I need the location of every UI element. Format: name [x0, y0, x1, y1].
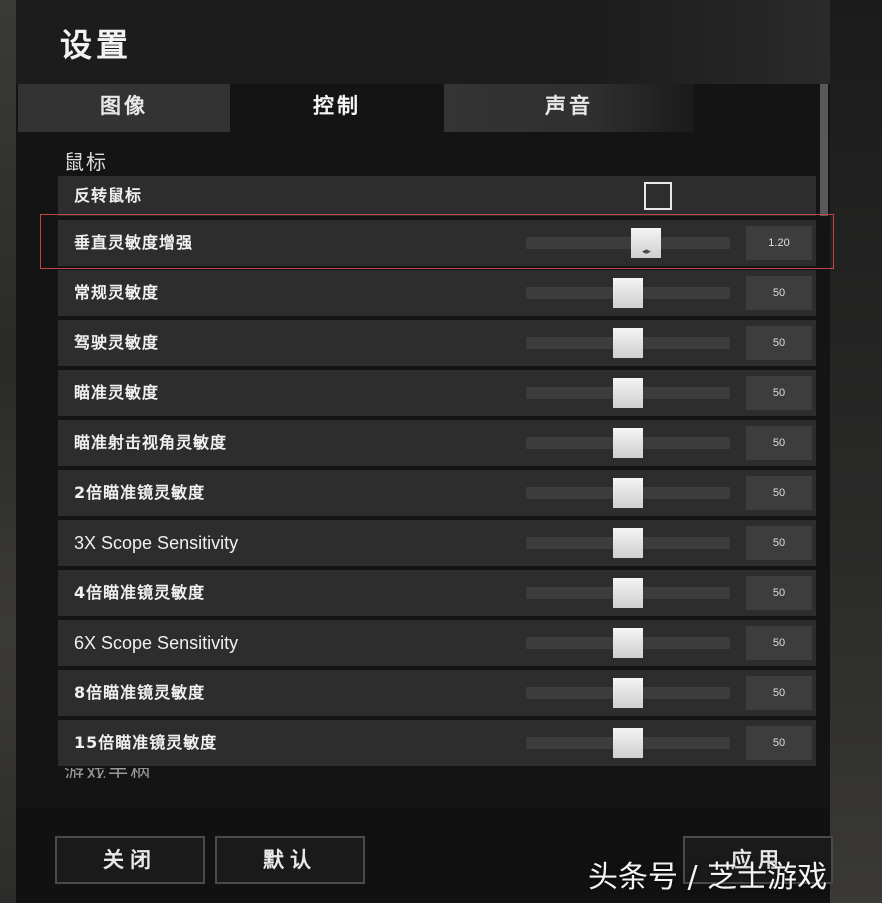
setting-label: 瞄准灵敏度 [74, 383, 160, 402]
tab-bar: 图像 控制 声音 [16, 84, 830, 132]
slider-track[interactable]: ◂▸ [526, 228, 730, 258]
setting-label: 垂直灵敏度增强 [74, 233, 194, 252]
setting-row-slider[interactable]: 瞄准灵敏度 50 [58, 370, 816, 416]
slider-value-field[interactable]: 50 [746, 326, 812, 360]
setting-label: 8倍瞄准镜灵敏度 [74, 683, 206, 702]
scrollbar[interactable] [820, 84, 828, 216]
slider-track[interactable] [526, 578, 730, 608]
setting-label: 6X Scope Sensitivity [74, 633, 239, 653]
slider-track[interactable] [526, 628, 730, 658]
slider-track[interactable] [526, 278, 730, 308]
setting-label: 瞄准射击视角灵敏度 [74, 433, 228, 452]
setting-label: 反转鼠标 [74, 186, 143, 205]
slider-thumb[interactable] [613, 428, 643, 458]
slider-value-field[interactable]: 50 [746, 426, 812, 460]
slider-thumb[interactable] [613, 578, 643, 608]
invert-mouse-checkbox[interactable] [644, 182, 672, 210]
watermark: 头条号 / 芝士游戏 [588, 860, 828, 895]
slider-track[interactable] [526, 728, 730, 758]
setting-row-slider[interactable]: 驾驶灵敏度 50 [58, 320, 816, 366]
slider-thumb[interactable] [613, 528, 643, 558]
slider-thumb[interactable] [613, 278, 643, 308]
slider-thumb[interactable] [613, 678, 643, 708]
header: 设置 [16, 0, 830, 84]
slider-value-field[interactable]: 50 [746, 676, 812, 710]
slider-thumb[interactable] [613, 478, 643, 508]
setting-row-slider[interactable]: 15倍瞄准镜灵敏度 50 [58, 720, 816, 766]
setting-row-slider[interactable]: 6X Scope Sensitivity 50 [58, 620, 816, 666]
setting-row-slider[interactable]: 3X Scope Sensitivity 50 [58, 520, 816, 566]
background-right [830, 0, 882, 903]
slider-value-field[interactable]: 50 [746, 376, 812, 410]
page-title: 设置 [60, 26, 133, 64]
slider-value-field[interactable]: 50 [746, 726, 812, 760]
setting-label: 4倍瞄准镜灵敏度 [74, 583, 206, 602]
slider-track[interactable] [526, 528, 730, 558]
slider-thumb[interactable] [613, 378, 643, 408]
tab-graphics[interactable]: 图像 [18, 84, 230, 132]
setting-row-slider[interactable]: 常规灵敏度 50 [58, 270, 816, 316]
setting-label: 15倍瞄准镜灵敏度 [74, 733, 218, 752]
slider-track[interactable] [526, 478, 730, 508]
slider-thumb[interactable] [613, 328, 643, 358]
thumb-arrows-icon: ◂▸ [641, 247, 651, 257]
setting-row-slider[interactable]: 2倍瞄准镜灵敏度 50 [58, 470, 816, 516]
tab-sound[interactable]: 声音 [444, 84, 694, 132]
setting-row-slider[interactable]: 4倍瞄准镜灵敏度 50 [58, 570, 816, 616]
setting-row-invert-mouse[interactable]: 反转鼠标 [58, 176, 816, 216]
slider-value-field[interactable]: 50 [746, 276, 812, 310]
setting-row-slider[interactable]: 垂直灵敏度增强 ◂▸ 1.20 [58, 220, 816, 266]
slider-track[interactable] [526, 378, 730, 408]
settings-list: 反转鼠标 垂直灵敏度增强 ◂▸ 1.20 常规灵敏度 50 驾驶灵敏度 50 瞄准灵敏度 50 瞄… [58, 176, 818, 768]
slider-thumb[interactable]: ◂▸ [631, 228, 662, 258]
setting-label: 驾驶灵敏度 [74, 333, 160, 352]
slider-track[interactable] [526, 678, 730, 708]
setting-label: 常规灵敏度 [74, 283, 160, 302]
slider-value-field[interactable]: 50 [746, 626, 812, 660]
slider-track[interactable] [526, 428, 730, 458]
slider-value-field[interactable]: 50 [746, 576, 812, 610]
slider-value-field[interactable]: 50 [746, 526, 812, 560]
slider-value-field[interactable]: 1.20 [746, 226, 812, 260]
slider-thumb[interactable] [613, 728, 643, 758]
default-button[interactable]: 默认 [215, 836, 365, 884]
close-button[interactable]: 关闭 [55, 836, 205, 884]
setting-label: 3X Scope Sensitivity [74, 533, 239, 553]
section-title-mouse: 鼠标 [64, 150, 108, 174]
slider-thumb[interactable] [613, 628, 643, 658]
tab-controls[interactable]: 控制 [230, 84, 444, 132]
slider-track[interactable] [526, 328, 730, 358]
settings-panel: 设置 图像 控制 声音 鼠标 反转鼠标 垂直灵敏度增强 ◂▸ 1.20 常规灵敏度 50… [16, 0, 830, 903]
setting-label: 2倍瞄准镜灵敏度 [74, 483, 206, 502]
setting-row-slider[interactable]: 8倍瞄准镜灵敏度 50 [58, 670, 816, 716]
section-title-gamepad: 游戏手柄 [64, 768, 184, 778]
slider-value-field[interactable]: 50 [746, 476, 812, 510]
setting-row-slider[interactable]: 瞄准射击视角灵敏度 50 [58, 420, 816, 466]
